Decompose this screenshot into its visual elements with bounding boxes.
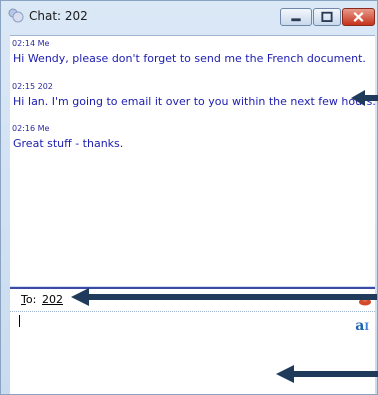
callout-arrow-icon [71, 288, 377, 306]
maximize-icon [321, 11, 333, 22]
message-time: 02:15 [12, 82, 36, 91]
message-meta: 02:15 202 [12, 82, 376, 91]
message-item: 02:16 Me Great stuff - thanks. [10, 124, 123, 151]
message-sender: Me [37, 39, 50, 48]
recipient-label-rest: o: [25, 293, 37, 306]
message-item: 02:15 202 Hi Ian. I'm going to email it … [10, 82, 376, 109]
callout-arrow-icon [276, 365, 378, 383]
chat-app-icon [8, 8, 24, 23]
message-time: 02:16 [12, 124, 36, 133]
callout-arrow-icon [351, 90, 378, 106]
text-caret [19, 315, 20, 327]
recipient-label: To: [21, 293, 36, 306]
minimize-icon [291, 18, 301, 22]
title-bar[interactable]: Chat: 202 [1, 1, 377, 31]
message-time: 02:14 [12, 39, 36, 48]
chat-transcript[interactable]: 02:14 Me Hi Wendy, please don't forget t… [10, 35, 376, 286]
font-format-icon[interactable]: aI [355, 318, 369, 334]
message-meta: 02:14 Me [12, 39, 366, 48]
message-text: Hi Wendy, please don't forget to send me… [13, 52, 366, 65]
recipient-link[interactable]: 202 [42, 293, 63, 306]
message-item: 02:14 Me Hi Wendy, please don't forget t… [10, 39, 366, 66]
message-text: Great stuff - thanks. [13, 137, 124, 150]
message-sender: Me [37, 124, 50, 133]
message-text: Hi Ian. I'm going to email it over to yo… [13, 95, 376, 108]
minimize-button[interactable] [280, 8, 312, 26]
maximize-button[interactable] [313, 8, 341, 26]
chat-window: Chat: 202 02:14 Me Hi Wendy, please don'… [0, 0, 378, 395]
message-sender: 202 [37, 82, 53, 91]
close-icon [353, 11, 364, 23]
window-title: Chat: 202 [29, 9, 88, 23]
close-button[interactable] [342, 8, 375, 26]
message-meta: 02:16 Me [12, 124, 123, 133]
